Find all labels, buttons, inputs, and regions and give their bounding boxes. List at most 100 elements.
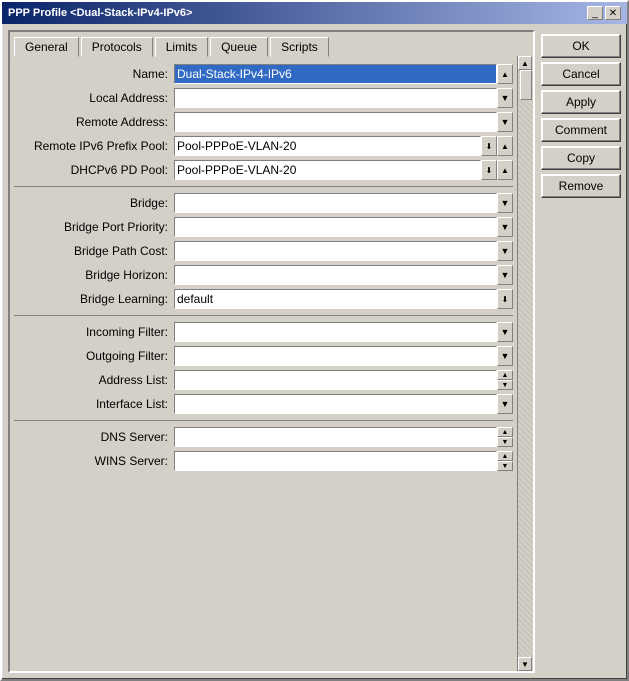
bridge-input[interactable] [174,193,497,213]
apply-button[interactable]: Apply [541,90,621,114]
tab-limits[interactable]: Limits [155,37,208,57]
address-list-label: Address List: [14,373,174,387]
address-list-row: Address List: ▲ ▼ [14,370,513,390]
name-up-icon: ▲ [501,70,509,79]
name-input[interactable] [174,64,497,84]
bridge-learning-row: Bridge Learning: ⬇ [14,289,513,309]
bridge-path-cost-wrapper: ▼ [174,241,513,261]
remote-ipv6-up-btn[interactable]: ▲ [497,136,513,156]
separator-2 [14,315,513,316]
bridge-path-cost-dropdown[interactable]: ▼ [497,241,513,261]
bridge-port-priority-dropdown[interactable]: ▼ [497,217,513,237]
outgoing-filter-dropdown[interactable]: ▼ [497,346,513,366]
wins-server-up-icon: ▲ [502,453,509,460]
bridge-wrapper: ▼ [174,193,513,213]
address-list-down-btn[interactable]: ▼ [497,380,513,390]
interface-list-input[interactable] [174,394,497,414]
remote-address-dropdown[interactable]: ▼ [497,112,513,132]
side-buttons: OK Cancel Apply Comment Copy Remove [541,30,621,673]
remote-ipv6-input[interactable] [174,136,481,156]
remote-address-label: Remote Address: [14,115,174,129]
dns-server-up-btn[interactable]: ▲ [497,427,513,437]
separator-1 [14,186,513,187]
tab-general[interactable]: General [14,37,79,57]
address-list-up-btn[interactable]: ▲ [497,370,513,380]
dhcpv6-up-icon: ▲ [501,166,509,175]
remote-address-row: Remote Address: ▼ [14,112,513,132]
bridge-horizon-input[interactable] [174,265,497,285]
wins-server-label: WINS Server: [14,454,174,468]
dhcpv6-input[interactable] [174,160,481,180]
address-list-spin: ▲ ▼ [497,370,513,390]
remote-address-input[interactable] [174,112,497,132]
dns-server-down-btn[interactable]: ▼ [497,437,513,447]
scrollbar: ▲ ▼ [517,56,533,671]
bridge-learning-dropdown[interactable]: ⬇ [497,289,513,309]
remote-address-dropdown-icon: ▼ [501,117,510,127]
bridge-path-cost-row: Bridge Path Cost: ▼ [14,241,513,261]
bridge-port-priority-row: Bridge Port Priority: ▼ [14,217,513,237]
bridge-learning-input[interactable] [174,289,497,309]
bridge-path-cost-input[interactable] [174,241,497,261]
wins-server-up-btn[interactable]: ▲ [497,451,513,461]
wins-server-row: WINS Server: ▲ ▼ [14,451,513,471]
comment-button[interactable]: Comment [541,118,621,142]
name-label: Name: [14,67,174,81]
incoming-filter-wrapper: ▼ [174,322,513,342]
name-row: Name: ▲ [14,64,513,84]
scroll-up-btn[interactable]: ▲ [518,56,532,70]
tab-queue[interactable]: Queue [210,37,268,57]
bridge-horizon-dropdown[interactable]: ▼ [497,265,513,285]
bridge-port-priority-input[interactable] [174,217,497,237]
local-address-row: Local Address: ▼ [14,88,513,108]
dns-server-spin: ▲ ▼ [497,427,513,447]
remote-ipv6-up-icon: ▲ [501,142,509,151]
local-address-input[interactable] [174,88,497,108]
bridge-port-priority-wrapper: ▼ [174,217,513,237]
wins-server-wrapper: ▲ ▼ [174,451,513,471]
wins-server-down-btn[interactable]: ▼ [497,461,513,471]
scroll-down-btn[interactable]: ▼ [518,657,532,671]
tab-protocols[interactable]: Protocols [81,37,153,57]
incoming-filter-dropdown-icon: ▼ [501,327,510,337]
minimize-button[interactable]: _ [587,6,603,20]
name-up-btn[interactable]: ▲ [497,64,513,84]
remote-ipv6-dropdown[interactable]: ⬇ [481,136,497,156]
tab-scripts[interactable]: Scripts [270,37,329,57]
incoming-filter-dropdown[interactable]: ▼ [497,322,513,342]
title-buttons: _ ✕ [587,6,621,20]
local-address-dropdown-icon: ▼ [501,93,510,103]
ok-button[interactable]: OK [541,34,621,58]
bridge-learning-wrapper: ⬇ [174,289,513,309]
interface-list-dropdown[interactable]: ▼ [497,394,513,414]
bridge-horizon-wrapper: ▼ [174,265,513,285]
dns-server-input[interactable] [174,427,497,447]
bridge-row: Bridge: ▼ [14,193,513,213]
dhcpv6-dropdown[interactable]: ⬇ [481,160,497,180]
remove-button[interactable]: Remove [541,174,621,198]
dhcpv6-up-btn[interactable]: ▲ [497,160,513,180]
bridge-horizon-row: Bridge Horizon: ▼ [14,265,513,285]
outgoing-filter-wrapper: ▼ [174,346,513,366]
scroll-thumb[interactable] [520,70,532,100]
cancel-button[interactable]: Cancel [541,62,621,86]
scroll-track[interactable] [518,70,533,657]
close-button[interactable]: ✕ [605,6,621,20]
copy-button[interactable]: Copy [541,146,621,170]
interface-list-row: Interface List: ▼ [14,394,513,414]
wins-server-down-icon: ▼ [502,463,509,470]
local-address-dropdown[interactable]: ▼ [497,88,513,108]
title-bar: PPP Profile <Dual-Stack-IPv4-IPv6> _ ✕ [2,2,627,24]
tab-bar: General Protocols Limits Queue Scripts [10,32,533,56]
incoming-filter-row: Incoming Filter: ▼ [14,322,513,342]
wins-server-input[interactable] [174,451,497,471]
outgoing-filter-row: Outgoing Filter: ▼ [14,346,513,366]
incoming-filter-input[interactable] [174,322,497,342]
outgoing-filter-input[interactable] [174,346,497,366]
incoming-filter-label: Incoming Filter: [14,325,174,339]
bridge-dropdown[interactable]: ▼ [497,193,513,213]
address-list-input[interactable] [174,370,497,390]
bridge-path-cost-dropdown-icon: ▼ [501,246,510,256]
dns-server-row: DNS Server: ▲ ▼ [14,427,513,447]
bridge-port-priority-dropdown-icon: ▼ [501,222,510,232]
